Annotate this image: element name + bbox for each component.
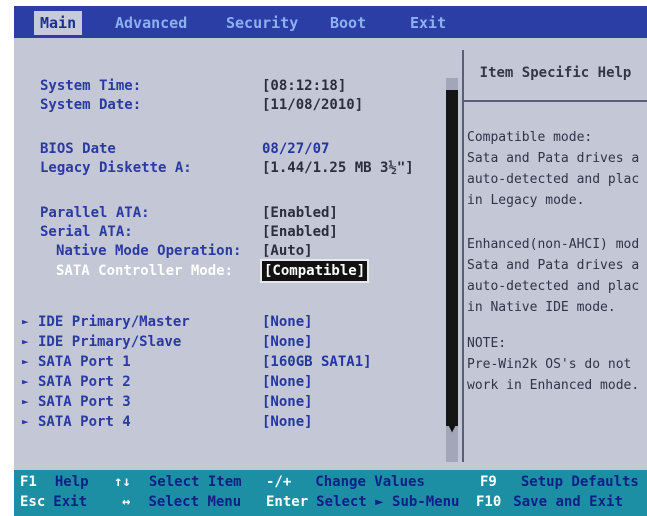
help-line: auto-detected and plac bbox=[467, 279, 640, 294]
submenu-arrow-icon: ► bbox=[22, 335, 29, 348]
key-label: ↔ bbox=[122, 494, 131, 510]
tab-advanced[interactable]: Advanced bbox=[109, 11, 193, 35]
help-line: Pre-Win2k OS's do not bbox=[467, 357, 632, 372]
key-hint-select-item: ↑↓ Select Item bbox=[114, 474, 242, 490]
submenu-arrow-icon: ► bbox=[22, 395, 29, 408]
key-action: Setup Defaults bbox=[520, 474, 639, 490]
setting-row-system-time[interactable]: System Time: [08:12:18] bbox=[16, 76, 456, 96]
submenu-arrow-icon: ► bbox=[22, 415, 29, 428]
sata-port-4-value: [None] bbox=[262, 414, 313, 430]
tab-main[interactable]: Main bbox=[34, 11, 83, 35]
key-action: Save and Exit bbox=[513, 494, 623, 510]
key-action: Select ► Sub-Menu bbox=[316, 494, 460, 510]
submenu-row-ide-primary-master[interactable]: ► IDE Primary/Master [None] bbox=[16, 312, 456, 332]
sata-controller-mode-value[interactable]: [Compatible] bbox=[259, 259, 370, 283]
system-date-value[interactable]: [11/08/2010] bbox=[262, 95, 363, 115]
sata-port-1-value: [160GB SATA1] bbox=[262, 354, 372, 370]
help-line: Sata and Pata drives a bbox=[467, 258, 640, 273]
key-action: Help bbox=[54, 474, 89, 490]
setting-label: Native Mode Operation: bbox=[56, 243, 242, 259]
help-panel: Item Specific Help Compatible mode: Sata… bbox=[464, 50, 647, 462]
main-settings-panel: System Time: [08:12:18] System Date: [11… bbox=[16, 50, 464, 462]
native-mode-value[interactable]: [Auto] bbox=[262, 241, 313, 261]
key-label: Esc bbox=[20, 494, 46, 510]
key-action: Exit bbox=[53, 494, 88, 510]
key-label: Enter bbox=[266, 494, 309, 510]
setting-row-bios-date: BIOS Date 08/27/07 bbox=[16, 139, 456, 159]
setting-label: IDE Primary/Master bbox=[38, 314, 190, 330]
sata-port-2-value: [None] bbox=[262, 374, 313, 390]
key-hint-save-and-exit: F10 Save and Exit bbox=[476, 494, 623, 510]
help-line: Compatible mode: bbox=[467, 130, 593, 145]
submenu-row-sata-port-2[interactable]: ► SATA Port 2 [None] bbox=[16, 372, 456, 392]
help-line: auto-detected and plac bbox=[467, 172, 640, 187]
key-action: Change Values bbox=[315, 474, 425, 490]
ide-primary-slave-value: [None] bbox=[262, 334, 313, 350]
submenu-arrow-icon: ► bbox=[22, 315, 29, 328]
setting-label: System Date: bbox=[40, 97, 142, 113]
setting-row-sata-controller-mode[interactable]: SATA Controller Mode: [Compatible] bbox=[16, 259, 456, 283]
help-line: NOTE: bbox=[467, 336, 507, 351]
submenu-arrow-icon: ► bbox=[22, 375, 29, 388]
key-hint-exit: Esc Exit bbox=[20, 494, 87, 510]
setting-label: IDE Primary/Slave bbox=[38, 334, 182, 350]
serial-ata-value[interactable]: [Enabled] bbox=[262, 222, 338, 242]
key-legend-footer: F1 Help ↑↓ Select Item -/+ Change Values F9… bbox=[14, 470, 647, 516]
key-hint-help: F1 Help bbox=[20, 474, 89, 490]
setting-row-legacy-diskette[interactable]: Legacy Diskette A: [1.44/1.25 MB 3½"] bbox=[16, 158, 456, 178]
submenu-row-sata-port-1[interactable]: ► SATA Port 1 [160GB SATA1] bbox=[16, 352, 456, 372]
help-line: work in Enhanced mode. bbox=[467, 378, 640, 393]
setting-row-parallel-ata[interactable]: Parallel ATA: [Enabled] bbox=[16, 203, 456, 223]
help-line: in Legacy mode. bbox=[467, 193, 585, 208]
key-label: F10 bbox=[476, 494, 502, 510]
key-hint-change-values: -/+ Change Values bbox=[266, 474, 425, 490]
scrollbar-thumb[interactable] bbox=[446, 90, 458, 426]
setting-label: Legacy Diskette A: bbox=[40, 160, 192, 176]
setting-label: SATA Port 3 bbox=[38, 394, 131, 410]
scroll-down-arrow-icon[interactable]: ▼ bbox=[446, 422, 458, 436]
system-time-value[interactable]: [08:12:18] bbox=[262, 76, 346, 96]
key-hint-select-menu: ↔ Select Menu bbox=[122, 494, 241, 510]
tab-security[interactable]: Security bbox=[220, 11, 304, 35]
setting-label: System Time: bbox=[40, 78, 142, 94]
key-label: ↑↓ bbox=[114, 474, 131, 490]
key-action: Select Menu bbox=[148, 494, 242, 510]
submenu-row-sata-port-4[interactable]: ► SATA Port 4 [None] bbox=[16, 412, 456, 432]
key-action: Select Item bbox=[148, 474, 242, 490]
setting-label: SATA Port 2 bbox=[38, 374, 131, 390]
setting-label: SATA Controller Mode: bbox=[56, 263, 234, 279]
setting-label: SATA Port 1 bbox=[38, 354, 131, 370]
key-label: -/+ bbox=[266, 474, 292, 490]
submenu-row-sata-port-3[interactable]: ► SATA Port 3 [None] bbox=[16, 392, 456, 412]
submenu-row-ide-primary-slave[interactable]: ► IDE Primary/Slave [None] bbox=[16, 332, 456, 352]
parallel-ata-value[interactable]: [Enabled] bbox=[262, 203, 338, 223]
ide-primary-master-value: [None] bbox=[262, 314, 313, 330]
tab-boot[interactable]: Boot bbox=[324, 11, 372, 35]
key-hint-setup-defaults: F9 Setup Defaults bbox=[480, 474, 639, 490]
setting-row-system-date[interactable]: System Date: [11/08/2010] bbox=[16, 95, 456, 115]
help-line: Sata and Pata drives a bbox=[467, 151, 640, 166]
setting-label: SATA Port 4 bbox=[38, 414, 131, 430]
sata-port-3-value: [None] bbox=[262, 394, 313, 410]
key-label: F1 bbox=[20, 474, 37, 490]
setting-label: BIOS Date bbox=[40, 141, 116, 157]
setting-row-serial-ata[interactable]: Serial ATA: [Enabled] bbox=[16, 222, 456, 242]
key-hint-select-submenu: Enter Select ► Sub-Menu bbox=[266, 494, 459, 510]
legacy-diskette-value[interactable]: [1.44/1.25 MB 3½"] bbox=[262, 158, 414, 178]
help-title: Item Specific Help bbox=[464, 50, 647, 102]
submenu-arrow-icon: ► bbox=[22, 355, 29, 368]
bios-screen: Main Advanced Security Boot Exit System … bbox=[14, 6, 647, 516]
tab-exit[interactable]: Exit bbox=[404, 11, 452, 35]
setting-label: Parallel ATA: bbox=[40, 205, 150, 221]
setting-label: Serial ATA: bbox=[40, 224, 133, 240]
help-line: in Native IDE mode. bbox=[467, 300, 616, 315]
help-line: Enhanced(non-AHCI) mod bbox=[467, 237, 640, 252]
key-label: F9 bbox=[480, 474, 497, 490]
setting-row-native-mode[interactable]: Native Mode Operation: [Auto] bbox=[16, 241, 456, 261]
bios-date-value: 08/27/07 bbox=[262, 141, 330, 157]
menu-bar: Main Advanced Security Boot Exit bbox=[14, 6, 647, 38]
